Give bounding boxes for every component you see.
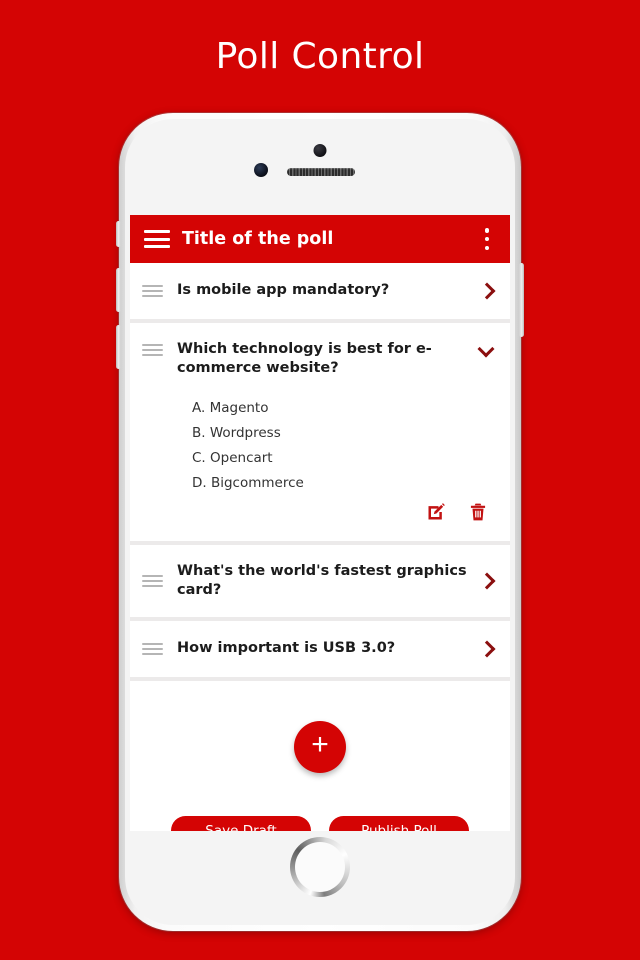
chevron-right-icon[interactable] [476,638,498,660]
home-button[interactable] [290,837,350,897]
save-draft-button[interactable]: Save Draft [171,816,311,831]
question-text: Is mobile app mandatory? [177,282,390,299]
question-actions [142,500,498,541]
drag-handle-icon[interactable] [142,344,163,356]
power-button[interactable] [519,263,524,337]
page-title: Poll Control [215,35,425,77]
edit-pencil-icon[interactable] [426,502,446,527]
question-card[interactable]: Is mobile app mandatory? [130,263,510,319]
camera-dot-icon [313,144,327,157]
plus-icon: + [311,728,329,762]
footer-button-row: Save Draft Publish Poll [130,816,510,831]
silent-switch[interactable] [116,221,121,247]
footer-area: + Save Draft Publish Poll [130,681,510,831]
question-text: Which technology is best for e-commerce … [177,341,432,377]
add-question-fab[interactable]: + [294,721,346,774]
list-item: A. Magento [192,399,269,416]
option-list: A. Magento B. Wordpress C. Opencart D. B… [142,396,498,500]
question-text: What's the world's fastest graphics card… [177,562,467,598]
question-card-expanded[interactable]: Which technology is best for e-commerce … [130,323,510,541]
volume-down-button[interactable] [116,325,121,369]
trash-delete-icon[interactable] [468,502,488,527]
drag-handle-icon[interactable] [142,643,163,656]
app-bar: Title of the poll [130,215,510,263]
phone-mockup: Title of the poll Is mobile app mandator… [116,113,524,931]
drag-handle-icon[interactable] [142,285,163,297]
phone-body: Title of the poll Is mobile app mandator… [125,119,515,925]
drag-handle-icon[interactable] [142,574,163,587]
list-item: B. Wordpress [192,424,281,441]
list-item: D. Bigcommerce [192,474,304,491]
app-bar-title: Title of the poll [182,229,334,249]
hamburger-menu-icon[interactable] [144,230,170,248]
phone-screen: Title of the poll Is mobile app mandator… [130,215,510,831]
front-camera-icon [254,163,268,177]
question-card[interactable]: What's the world's fastest graphics card… [130,544,510,618]
chevron-right-icon[interactable] [476,280,498,302]
earpiece-speaker-icon [287,168,355,176]
chevron-down-icon[interactable] [476,340,498,362]
volume-up-button[interactable] [116,268,121,312]
kebab-menu-icon[interactable] [478,228,496,250]
chevron-right-icon[interactable] [476,570,498,592]
question-list: Is mobile app mandatory? Which technolog… [130,263,510,678]
list-item: C. Opencart [192,449,273,466]
question-card[interactable]: How important is USB 3.0? [130,621,510,678]
publish-poll-button[interactable]: Publish Poll [329,816,469,831]
question-text: How important is USB 3.0? [177,640,396,657]
